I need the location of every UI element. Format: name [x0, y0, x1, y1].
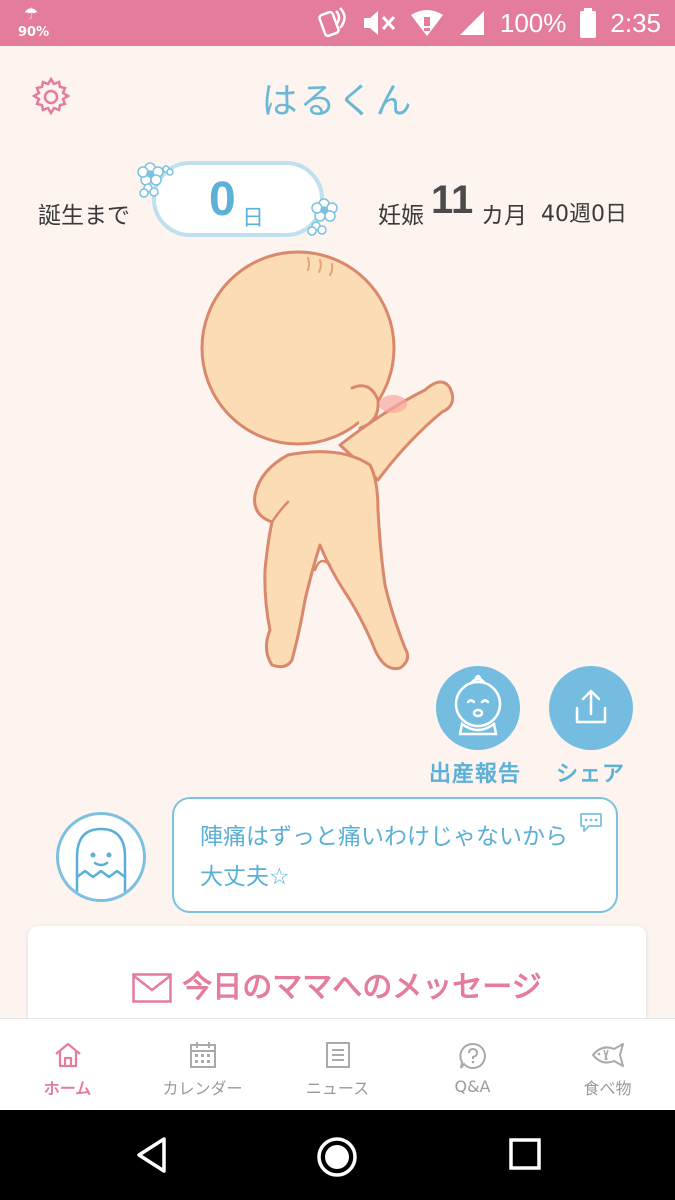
character-avatar[interactable]: [56, 812, 146, 902]
days-unit: 日: [242, 206, 265, 231]
news-icon: [325, 1042, 350, 1068]
nav-calendar[interactable]: カレンダー: [135, 1019, 270, 1110]
nav-qa[interactable]: Q&A: [405, 1019, 540, 1110]
baby-illustration: [200, 250, 455, 671]
battery-icon: [580, 8, 597, 38]
nav-qa-label: Q&A: [454, 1077, 491, 1096]
pregnancy-label: 妊娠: [378, 203, 424, 229]
system-navigation-bar: [0, 1110, 675, 1200]
nav-news-label: ニュース: [305, 1079, 370, 1098]
chat-bubble-icon: [580, 813, 602, 832]
flower-decoration-icon: [137, 162, 174, 198]
fish-icon: [591, 1043, 624, 1067]
umbrella-icon: ☂: [24, 4, 39, 23]
daily-message-title: 今日のママへのメッセージ: [182, 970, 542, 1005]
nav-home-label: ホーム: [43, 1079, 92, 1098]
recents-square-icon[interactable]: [508, 1136, 542, 1172]
nav-food-label: 食べ物: [583, 1079, 632, 1098]
pregnancy-month-unit: カ月: [481, 203, 527, 229]
ghost-character-icon: [75, 827, 127, 899]
baby-name-title: はるくん: [261, 81, 414, 122]
nav-calendar-label: カレンダー: [162, 1079, 243, 1098]
share-upload-icon: [575, 689, 607, 724]
home-icon: [54, 1042, 81, 1068]
rain-chance: 90%: [18, 25, 50, 40]
battery-percent: 100%: [499, 7, 567, 38]
flower-decoration-icon: [307, 198, 338, 236]
mute-icon: [362, 10, 396, 36]
advice-speech-bubble[interactable]: 陣痛はずっと痛いわけじゃないから大丈夫☆: [172, 797, 618, 913]
until-birth-label: 誕生まで: [38, 203, 130, 229]
baby-face-icon: [454, 674, 502, 736]
nfc-icon: [318, 7, 348, 39]
clock: 2:35: [610, 7, 661, 38]
back-triangle-icon[interactable]: [134, 1136, 170, 1174]
nav-food[interactable]: 食べ物: [540, 1019, 675, 1110]
mail-envelope-icon: [132, 973, 173, 1011]
nav-news[interactable]: ニュース: [270, 1019, 405, 1110]
days-counter-badge: [152, 161, 324, 237]
share-button[interactable]: [549, 666, 633, 750]
signal-icon: [458, 9, 486, 37]
pregnancy-week-day: 40週0日: [541, 202, 627, 227]
bottom-navigation: ホーム カレンダー ニュース Q&A 食べ物: [0, 1018, 675, 1110]
wifi-icon: [410, 9, 444, 37]
share-label[interactable]: シェア: [556, 756, 625, 788]
calendar-icon: [189, 1042, 216, 1068]
pregnancy-month-value: 11: [431, 178, 474, 222]
daily-message-heading: 今日のママへのメッセージ: [28, 962, 646, 1011]
weather-indicator: ☂ 90%: [14, 4, 58, 42]
nav-home[interactable]: ホーム: [0, 1019, 135, 1110]
days-remaining-value: 0: [209, 173, 236, 226]
status-bar: ☂ 90% 100% 2:35: [0, 0, 675, 46]
birth-report-label[interactable]: 出産報告: [429, 756, 521, 788]
home-circle-icon[interactable]: [316, 1136, 358, 1178]
question-icon: [458, 1042, 486, 1069]
birth-report-button[interactable]: [436, 666, 520, 750]
advice-text: 陣痛はずっと痛いわけじゃないから大丈夫☆: [200, 824, 568, 890]
